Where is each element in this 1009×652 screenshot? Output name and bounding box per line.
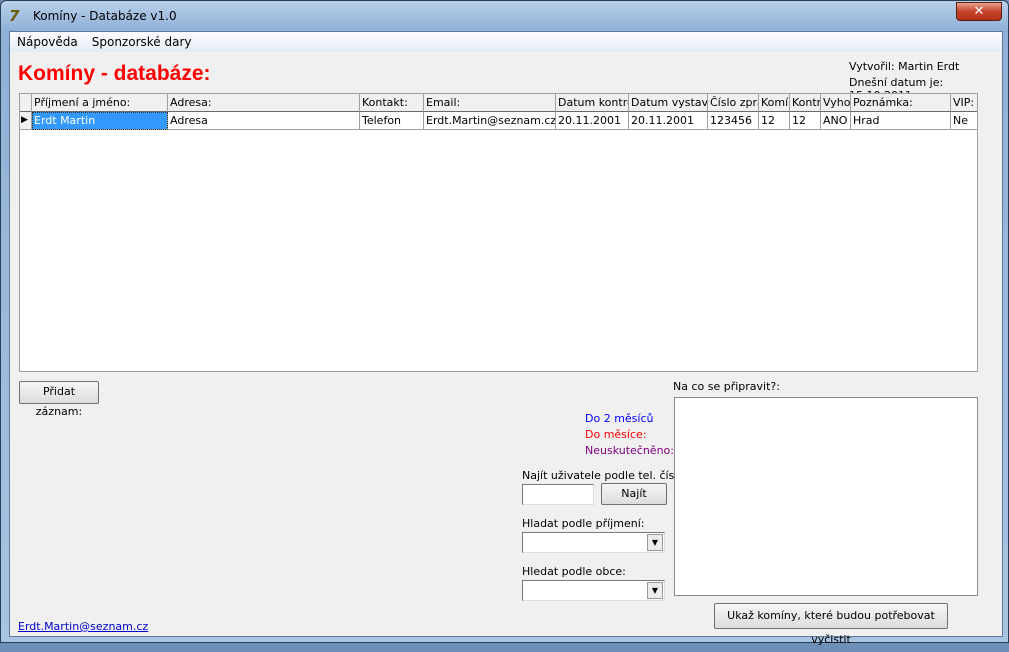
page-title: Komíny - databáze: <box>18 62 211 85</box>
search-surname-label: Hladat podle příjmení: <box>522 517 645 530</box>
cell-report-number[interactable]: 123456 <box>708 112 759 130</box>
client-area: Nápověda Sponzorské dary Komíny - databá… <box>9 31 1003 646</box>
row-pointer-icon: ▶ <box>20 112 32 130</box>
app-icon: 7 <box>9 7 20 25</box>
show-chimneys-button[interactable]: Ukaž komíny, které budou potřebovat vyči… <box>714 603 948 646</box>
window-title: Komíny - Databáze v1.0 <box>33 9 177 23</box>
legend-one-month: Do měsíce: <box>585 428 647 441</box>
legend-not-done: Neuskutečněno: <box>585 444 674 457</box>
header-indicator <box>20 94 32 112</box>
menu-sponzorske-dary[interactable]: Sponzorské dary <box>92 35 192 49</box>
cell-vip[interactable]: Ne <box>951 112 977 130</box>
legend-two-months: Do 2 měsíců <box>585 412 654 425</box>
prepare-label: Na co se připravit?: <box>673 380 780 393</box>
cell-check-date[interactable]: 20.11.2001 <box>556 112 629 130</box>
column-header[interactable]: Příjmení a jméno: <box>32 94 168 112</box>
title-bar: 7 Komíny - Databáze v1.0 <box>9 5 177 27</box>
column-header[interactable]: Kontrola <box>790 94 821 112</box>
prepare-textarea[interactable] <box>674 397 978 596</box>
grid-header: Příjmení a jméno: Adresa: Kontakt: Email… <box>20 94 977 112</box>
search-town-label: Hledat podle obce: <box>522 565 626 578</box>
column-header[interactable]: Datum vystavení <box>629 94 708 112</box>
column-header[interactable]: Poznámka: <box>851 94 951 112</box>
column-header[interactable]: Adresa: <box>168 94 360 112</box>
find-button[interactable]: Najít <box>601 483 667 505</box>
close-button[interactable]: ✕ <box>956 2 1002 21</box>
column-header[interactable]: Email: <box>424 94 556 112</box>
cell-address[interactable]: Adresa <box>168 112 360 130</box>
cell-inspection[interactable]: 12 <box>790 112 821 130</box>
app-window: 7 Komíny - Databáze v1.0 ✕ Nápověda Spon… <box>0 0 1009 646</box>
column-header[interactable]: Číslo zprávy <box>708 94 759 112</box>
column-header[interactable]: Datum kontroly <box>556 94 629 112</box>
cell-name[interactable]: Erdt Martin <box>32 112 168 130</box>
cell-chimney[interactable]: 12 <box>759 112 790 130</box>
town-select[interactable]: ▼ <box>522 580 665 601</box>
chevron-down-icon[interactable]: ▼ <box>647 534 663 551</box>
cell-issue-date[interactable]: 20.11.2001 <box>629 112 708 130</box>
column-header[interactable]: Vyhovuje <box>821 94 851 112</box>
surname-select[interactable]: ▼ <box>522 532 665 553</box>
records-grid[interactable]: Příjmení a jméno: Adresa: Kontakt: Email… <box>19 93 978 372</box>
cell-compliant[interactable]: ANO <box>821 112 851 130</box>
author-label: Vytvořil: Martin Erdt <box>849 60 960 73</box>
cell-email[interactable]: Erdt.Martin@seznam.cz <box>424 112 556 130</box>
column-header[interactable]: Komín <box>759 94 790 112</box>
menu-napoveda[interactable]: Nápověda <box>17 35 78 49</box>
email-link[interactable]: Erdt.Martin@seznam.cz <box>18 620 148 633</box>
column-header[interactable]: Kontakt: <box>360 94 424 112</box>
menu-bar: Nápověda Sponzorské dary <box>10 32 1002 52</box>
column-header[interactable]: VIP: <box>951 94 977 112</box>
chevron-down-icon[interactable]: ▼ <box>647 582 663 599</box>
phone-input[interactable] <box>522 484 594 505</box>
cell-contact[interactable]: Telefon <box>360 112 424 130</box>
add-record-button[interactable]: Přidat záznam: <box>19 381 99 418</box>
find-phone-label: Najít uživatele podle tel. čísla: <box>522 469 688 482</box>
table-row[interactable]: ▶ Erdt Martin Adresa Telefon Erdt.Martin… <box>20 112 977 130</box>
cell-note[interactable]: Hrad <box>851 112 951 130</box>
